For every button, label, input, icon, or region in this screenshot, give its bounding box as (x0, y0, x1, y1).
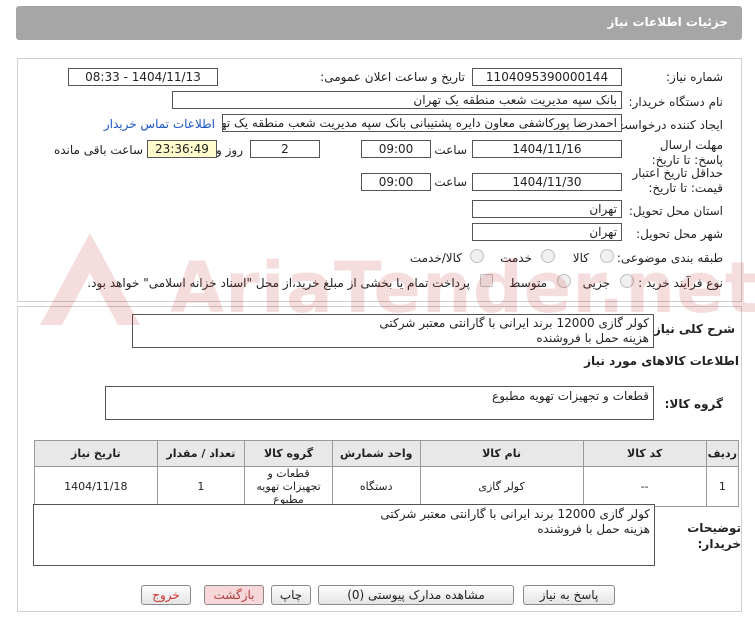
goods-group-field: قطعات و تجهیزات تهویه مطبوع (105, 386, 654, 420)
goods-table-header-row: ردیف کد کالا نام کالا واحد شمارش گروه کا… (34, 440, 740, 467)
col-header-group: گروه کالا (244, 440, 333, 467)
col-header-need-date: تاریخ نیاز (34, 440, 158, 467)
validity-label: حداقل تاریخ اعتبار قیمت: تا تاریخ: (632, 166, 723, 195)
announce-date-label: تاریخ و ساعت اعلان عمومی: (320, 70, 465, 84)
validity-date-field: 1404/11/30 (472, 173, 622, 191)
cell-name: کولر گازی (419, 466, 584, 507)
buyer-field: بانک سپه مدیریت شعب منطقه یک تهران (172, 91, 622, 109)
description-line-2: هزینه حمل با فروشنده (536, 331, 649, 345)
cell-unit: دستگاه (331, 466, 421, 507)
col-header-code: کد کالا (582, 440, 707, 467)
remaining-label: ساعت باقی مانده (53, 143, 143, 157)
process-type-label: نوع فرآیند خرید : (638, 276, 723, 290)
cell-quantity: 1 (156, 466, 246, 507)
window-title: جزئیات اطلاعات نیاز (607, 15, 728, 29)
process-radio-minor[interactable] (620, 274, 634, 288)
province-label: استان محل تحویل: (628, 204, 723, 218)
days-label: روز و (216, 143, 243, 157)
validity-time-label: ساعت (434, 175, 467, 189)
treasury-payment-note: پرداخت تمام یا بخشی از مبلغ خرید،از محل … (87, 276, 470, 290)
category-option-goods-service: کالا/خدمت (409, 251, 462, 265)
announce-date-field: 1404/11/13 - 08:33 (68, 68, 218, 86)
treasury-payment-checkbox[interactable] (480, 274, 493, 287)
reply-time-field: 09:00 (361, 140, 431, 158)
reply-date-field: 1404/11/16 (472, 140, 622, 158)
category-option-goods: کالا (572, 251, 589, 265)
category-radio-goods[interactable] (600, 249, 614, 263)
cell-code: -- (582, 466, 707, 507)
process-option-medium: متوسط (509, 276, 547, 290)
requester-label: ایجاد کننده درخواست: (612, 118, 723, 132)
category-radio-service[interactable] (541, 249, 555, 263)
reply-button[interactable]: پاسخ به نیاز (523, 585, 615, 605)
goods-section-title: اطلاعات کالاهای مورد نیاز (584, 354, 739, 368)
view-attachments-button[interactable]: مشاهده مدارک پیوستی (0) (318, 585, 514, 605)
buyer-notes-field: کولر گازی 12000 برند ایرانی با گارانتی م… (33, 504, 655, 566)
province-field: تهران (472, 200, 622, 218)
goods-table: ردیف کد کالا نام کالا واحد شمارش گروه کا… (34, 440, 740, 507)
description-field: کولر گازی 12000 برند ایرانی با گارانتی م… (132, 314, 654, 348)
process-radio-medium[interactable] (557, 274, 571, 288)
print-button[interactable]: چاپ (271, 585, 311, 605)
buyer-notes-line-2: هزینه حمل با فروشنده (537, 522, 650, 536)
validity-time-field: 09:00 (361, 173, 431, 191)
description-line-1: کولر گازی 12000 برند ایرانی با گارانتی م… (379, 316, 649, 330)
back-button[interactable]: بازگشت (204, 585, 264, 605)
reply-time-label: ساعت (434, 143, 467, 157)
goods-group-label: گروه کالا: (664, 397, 723, 411)
city-field: تهران (472, 223, 622, 241)
city-label: شهر محل تحویل: (636, 227, 723, 241)
need-number-label: شماره نیاز: (666, 70, 723, 84)
days-remaining-field: 2 (250, 140, 320, 158)
table-row: 1 -- کولر گازی دستگاه قطعات و تجهیزات ته… (34, 466, 740, 507)
cell-need-date: 1404/11/18 (34, 466, 158, 507)
col-header-quantity: تعداد / مقدار (156, 440, 246, 467)
need-number-field: 1104095390000144 (472, 68, 622, 86)
cell-row-number: 1 (705, 466, 740, 507)
buyer-contact-link[interactable]: اطلاعات تماس خریدار (104, 117, 215, 131)
cell-group: قطعات و تجهیزات تهویه مطبوع (244, 466, 333, 507)
buyer-notes-line-1: کولر گازی 12000 برند ایرانی با گارانتی م… (380, 507, 650, 521)
description-label: شرح کلی نیاز: (649, 322, 735, 336)
exit-button[interactable]: خروج (141, 585, 191, 605)
requester-field: احمدرضا پورکاشفی معاون دایره پشتیبانی با… (222, 114, 622, 132)
title-bar-background: جزئیات اطلاعات نیاز (16, 6, 742, 40)
reply-deadline-label: مهلت ارسال پاسخ: تا تاریخ: (651, 138, 723, 167)
col-header-unit: واحد شمارش (331, 440, 421, 467)
category-radio-goods-service[interactable] (470, 249, 484, 263)
col-header-name: نام کالا (419, 440, 584, 467)
remaining-time-field: 23:36:49 (147, 140, 217, 158)
col-header-row-number: ردیف (705, 440, 740, 467)
title-bar: جزئیات اطلاعات نیاز (0, 0, 755, 44)
buyer-label: نام دستگاه خریدار: (628, 95, 724, 109)
category-option-service: خدمت (500, 251, 532, 265)
buyer-notes-label: توضیحات خریدار: (687, 521, 741, 551)
category-label: طبقه بندی موضوعی: (616, 251, 723, 265)
process-option-minor: جزیی (582, 276, 610, 290)
